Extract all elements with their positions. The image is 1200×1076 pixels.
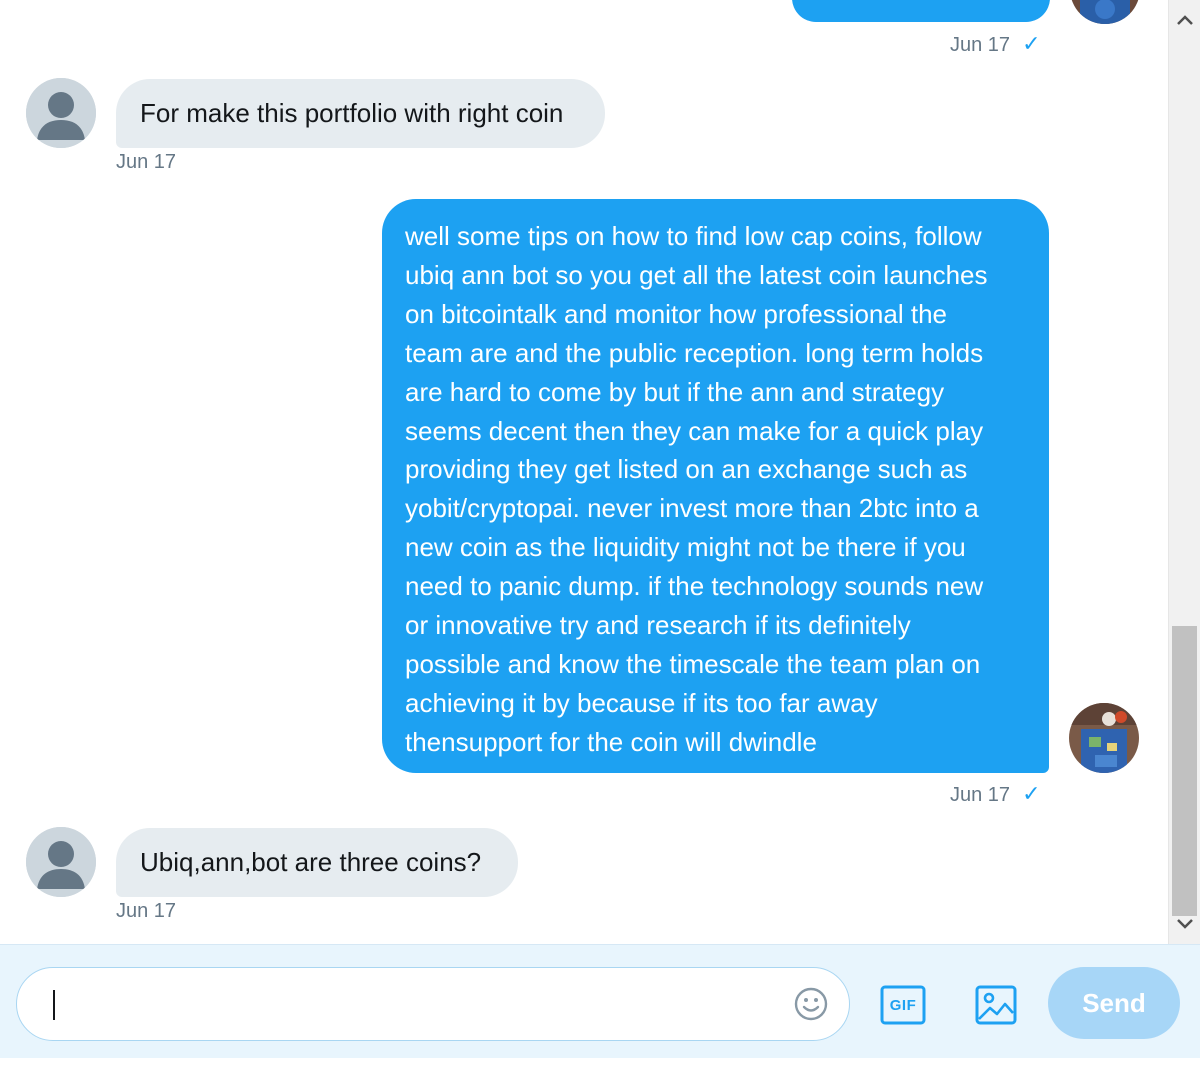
message-line: are hard to come by but if the ann and s… bbox=[405, 376, 945, 407]
message-bubble-outgoing: well some tips on how to find low cap co… bbox=[382, 199, 1049, 773]
message-line: well some tips on how to find low cap co… bbox=[405, 221, 982, 251]
message-timestamp: Jun 17 bbox=[116, 151, 177, 173]
smiley-icon[interactable] bbox=[793, 986, 829, 1022]
message-line: providing they get listed on an exchange… bbox=[405, 454, 968, 485]
message-line: seems decent then they can make for a qu… bbox=[405, 415, 984, 446]
message-timestamp: Jun 17 ✓ bbox=[950, 31, 1041, 56]
message-line: possible and know the timescale the team… bbox=[405, 648, 981, 679]
scrollbar-thumb[interactable] bbox=[1172, 626, 1197, 916]
own-avatar[interactable] bbox=[1069, 703, 1139, 773]
gif-button[interactable]: GIF bbox=[876, 982, 930, 1028]
emoji-picker-button[interactable] bbox=[793, 986, 829, 1022]
message-line: thensupport for the coin will dwindle bbox=[405, 726, 817, 757]
read-check-icon: ✓ bbox=[1022, 31, 1041, 56]
message-line: team are and the public reception. long … bbox=[405, 337, 984, 368]
default-profile-icon bbox=[26, 827, 96, 897]
add-photo-button[interactable] bbox=[970, 982, 1022, 1028]
default-profile-icon bbox=[26, 78, 96, 148]
message-line: need to panic dump. if the technology so… bbox=[405, 571, 984, 602]
message-line: new coin as the liquidity might not be t… bbox=[405, 532, 966, 563]
message-timestamp: Jun 17 bbox=[116, 900, 177, 922]
message-bubble-outgoing-partial bbox=[792, 0, 1050, 22]
read-check-icon: ✓ bbox=[1022, 781, 1041, 806]
own-avatar[interactable] bbox=[1070, 0, 1140, 24]
contact-avatar[interactable] bbox=[26, 78, 96, 148]
message-text: For make this portfolio with right coin bbox=[140, 98, 564, 128]
message-line: achieving it by because if its too far a… bbox=[405, 687, 878, 718]
message-input[interactable] bbox=[16, 967, 850, 1041]
message-line: yobit/cryptopai. never invest more than … bbox=[405, 493, 979, 524]
scroll-down-arrow-icon[interactable] bbox=[1169, 904, 1200, 944]
message-line: or innovative try and research if its de… bbox=[405, 610, 911, 641]
message-line: ubiq ann bot so you get all the latest c… bbox=[405, 259, 988, 290]
message-line: on bitcointalk and monitor how professio… bbox=[405, 298, 947, 329]
text-caret bbox=[53, 990, 55, 1020]
send-button[interactable]: Send bbox=[1048, 967, 1180, 1039]
contact-avatar[interactable] bbox=[26, 827, 96, 897]
scroll-up-arrow-icon[interactable] bbox=[1169, 0, 1200, 40]
message-timestamp: Jun 17 ✓ bbox=[950, 781, 1041, 806]
window-bottom-edge bbox=[0, 1058, 1200, 1076]
message-text: Ubiq,ann,bot are three coins? bbox=[140, 847, 482, 877]
gif-label: GIF bbox=[889, 996, 917, 1014]
image-icon bbox=[975, 985, 1017, 1025]
message-bubble-incoming: Ubiq,ann,bot are three coins? bbox=[116, 828, 518, 897]
message-bubble-incoming: For make this portfolio with right coin bbox=[116, 79, 605, 148]
vertical-scrollbar[interactable] bbox=[1168, 0, 1200, 944]
conversation-panel: Jun 17 ✓ For make this portfolio with rig… bbox=[0, 0, 1168, 944]
